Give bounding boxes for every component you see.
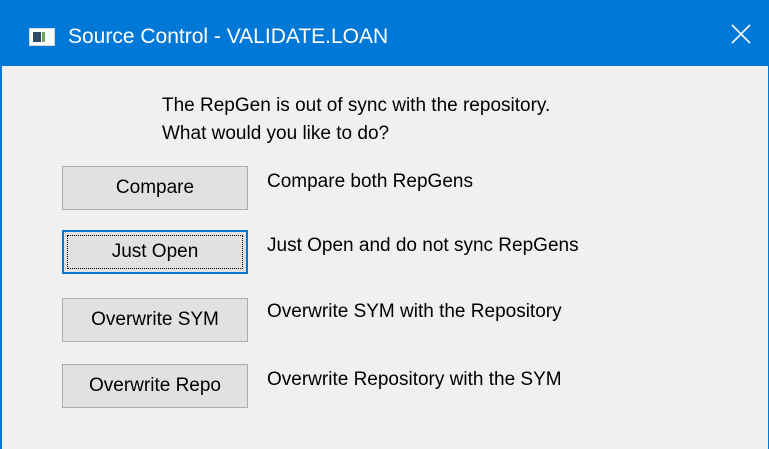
- overwrite-repo-button[interactable]: Overwrite Repo: [62, 364, 248, 408]
- just-open-description: Just Open and do not sync RepGens: [267, 235, 579, 256]
- app-window-icon: [29, 28, 55, 46]
- overwrite-sym-button[interactable]: Overwrite SYM: [62, 298, 248, 342]
- source-control-dialog: Source Control - VALIDATE.LOAN The RepGe…: [0, 0, 769, 449]
- title-bar[interactable]: Source Control - VALIDATE.LOAN: [2, 0, 769, 66]
- message-line-1: The RepGen is out of sync with the repos…: [162, 95, 551, 116]
- close-button[interactable]: [713, 0, 769, 66]
- compare-button[interactable]: Compare: [62, 166, 248, 210]
- sync-message: The RepGen is out of sync with the repos…: [162, 92, 550, 148]
- compare-description: Compare both RepGens: [267, 171, 473, 192]
- overwrite-repo-description: Overwrite Repository with the SYM: [267, 369, 562, 390]
- window-title: Source Control - VALIDATE.LOAN: [68, 25, 389, 48]
- close-icon: [731, 24, 751, 44]
- just-open-button[interactable]: Just Open: [62, 230, 248, 274]
- overwrite-sym-description: Overwrite SYM with the Repository: [267, 301, 562, 322]
- message-line-2: What would you like to do?: [162, 123, 390, 144]
